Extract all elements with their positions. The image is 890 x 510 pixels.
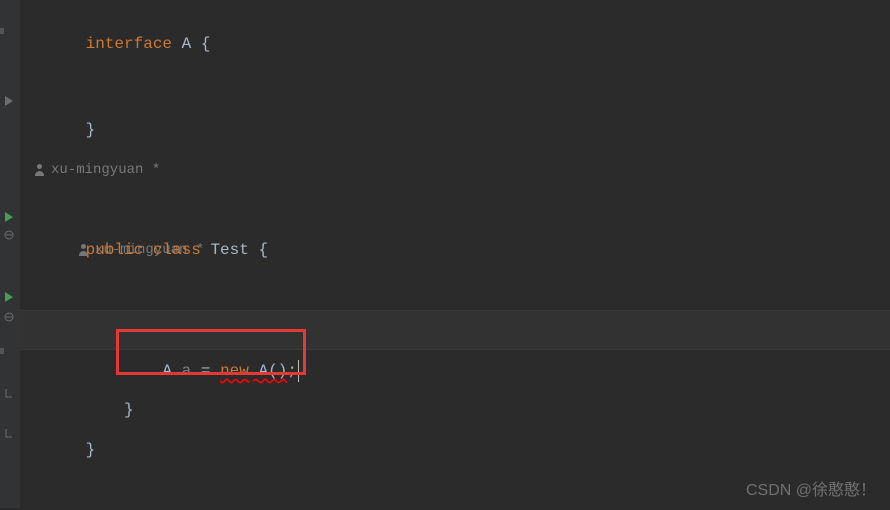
keyword-class: class [153,241,201,259]
run-gutter-icon[interactable] [2,210,16,224]
code-editor[interactable]: interface A { } xu-mingyuan * public cla… [0,0,890,508]
person-icon [34,164,46,176]
code-line[interactable] [20,110,890,150]
fold-end-icon[interactable] [2,427,16,441]
code-line[interactable]: } [20,390,890,430]
code-line[interactable]: interface A { [20,2,890,30]
code-content[interactable]: interface A { } xu-mingyuan * public cla… [20,0,890,508]
fold-icon[interactable] [2,228,16,242]
code-line[interactable]: } [20,350,890,390]
watermark-text: CSDN @徐憨憨！ [746,476,876,500]
annotation-text: xu-mingyuan * [51,162,160,178]
fold-end-icon[interactable] [2,387,16,401]
change-marker [0,28,4,34]
keyword-public: public [86,241,144,259]
code-line[interactable]: } [20,70,890,110]
editor-gutter [0,0,20,508]
code-line[interactable] [20,30,890,70]
brace: { [258,241,268,259]
code-line[interactable]: public static void main(String[] args) { [20,270,890,310]
person-icon [78,244,90,256]
change-marker [0,348,4,354]
code-line-current[interactable]: A a = new A(); [20,310,890,350]
brace: } [86,441,96,459]
run-gutter-icon[interactable] [2,94,16,108]
fold-icon[interactable] [2,310,16,324]
class-name: Test [210,241,248,259]
code-line[interactable]: public class Test { [20,190,890,230]
run-gutter-icon[interactable] [2,290,16,304]
